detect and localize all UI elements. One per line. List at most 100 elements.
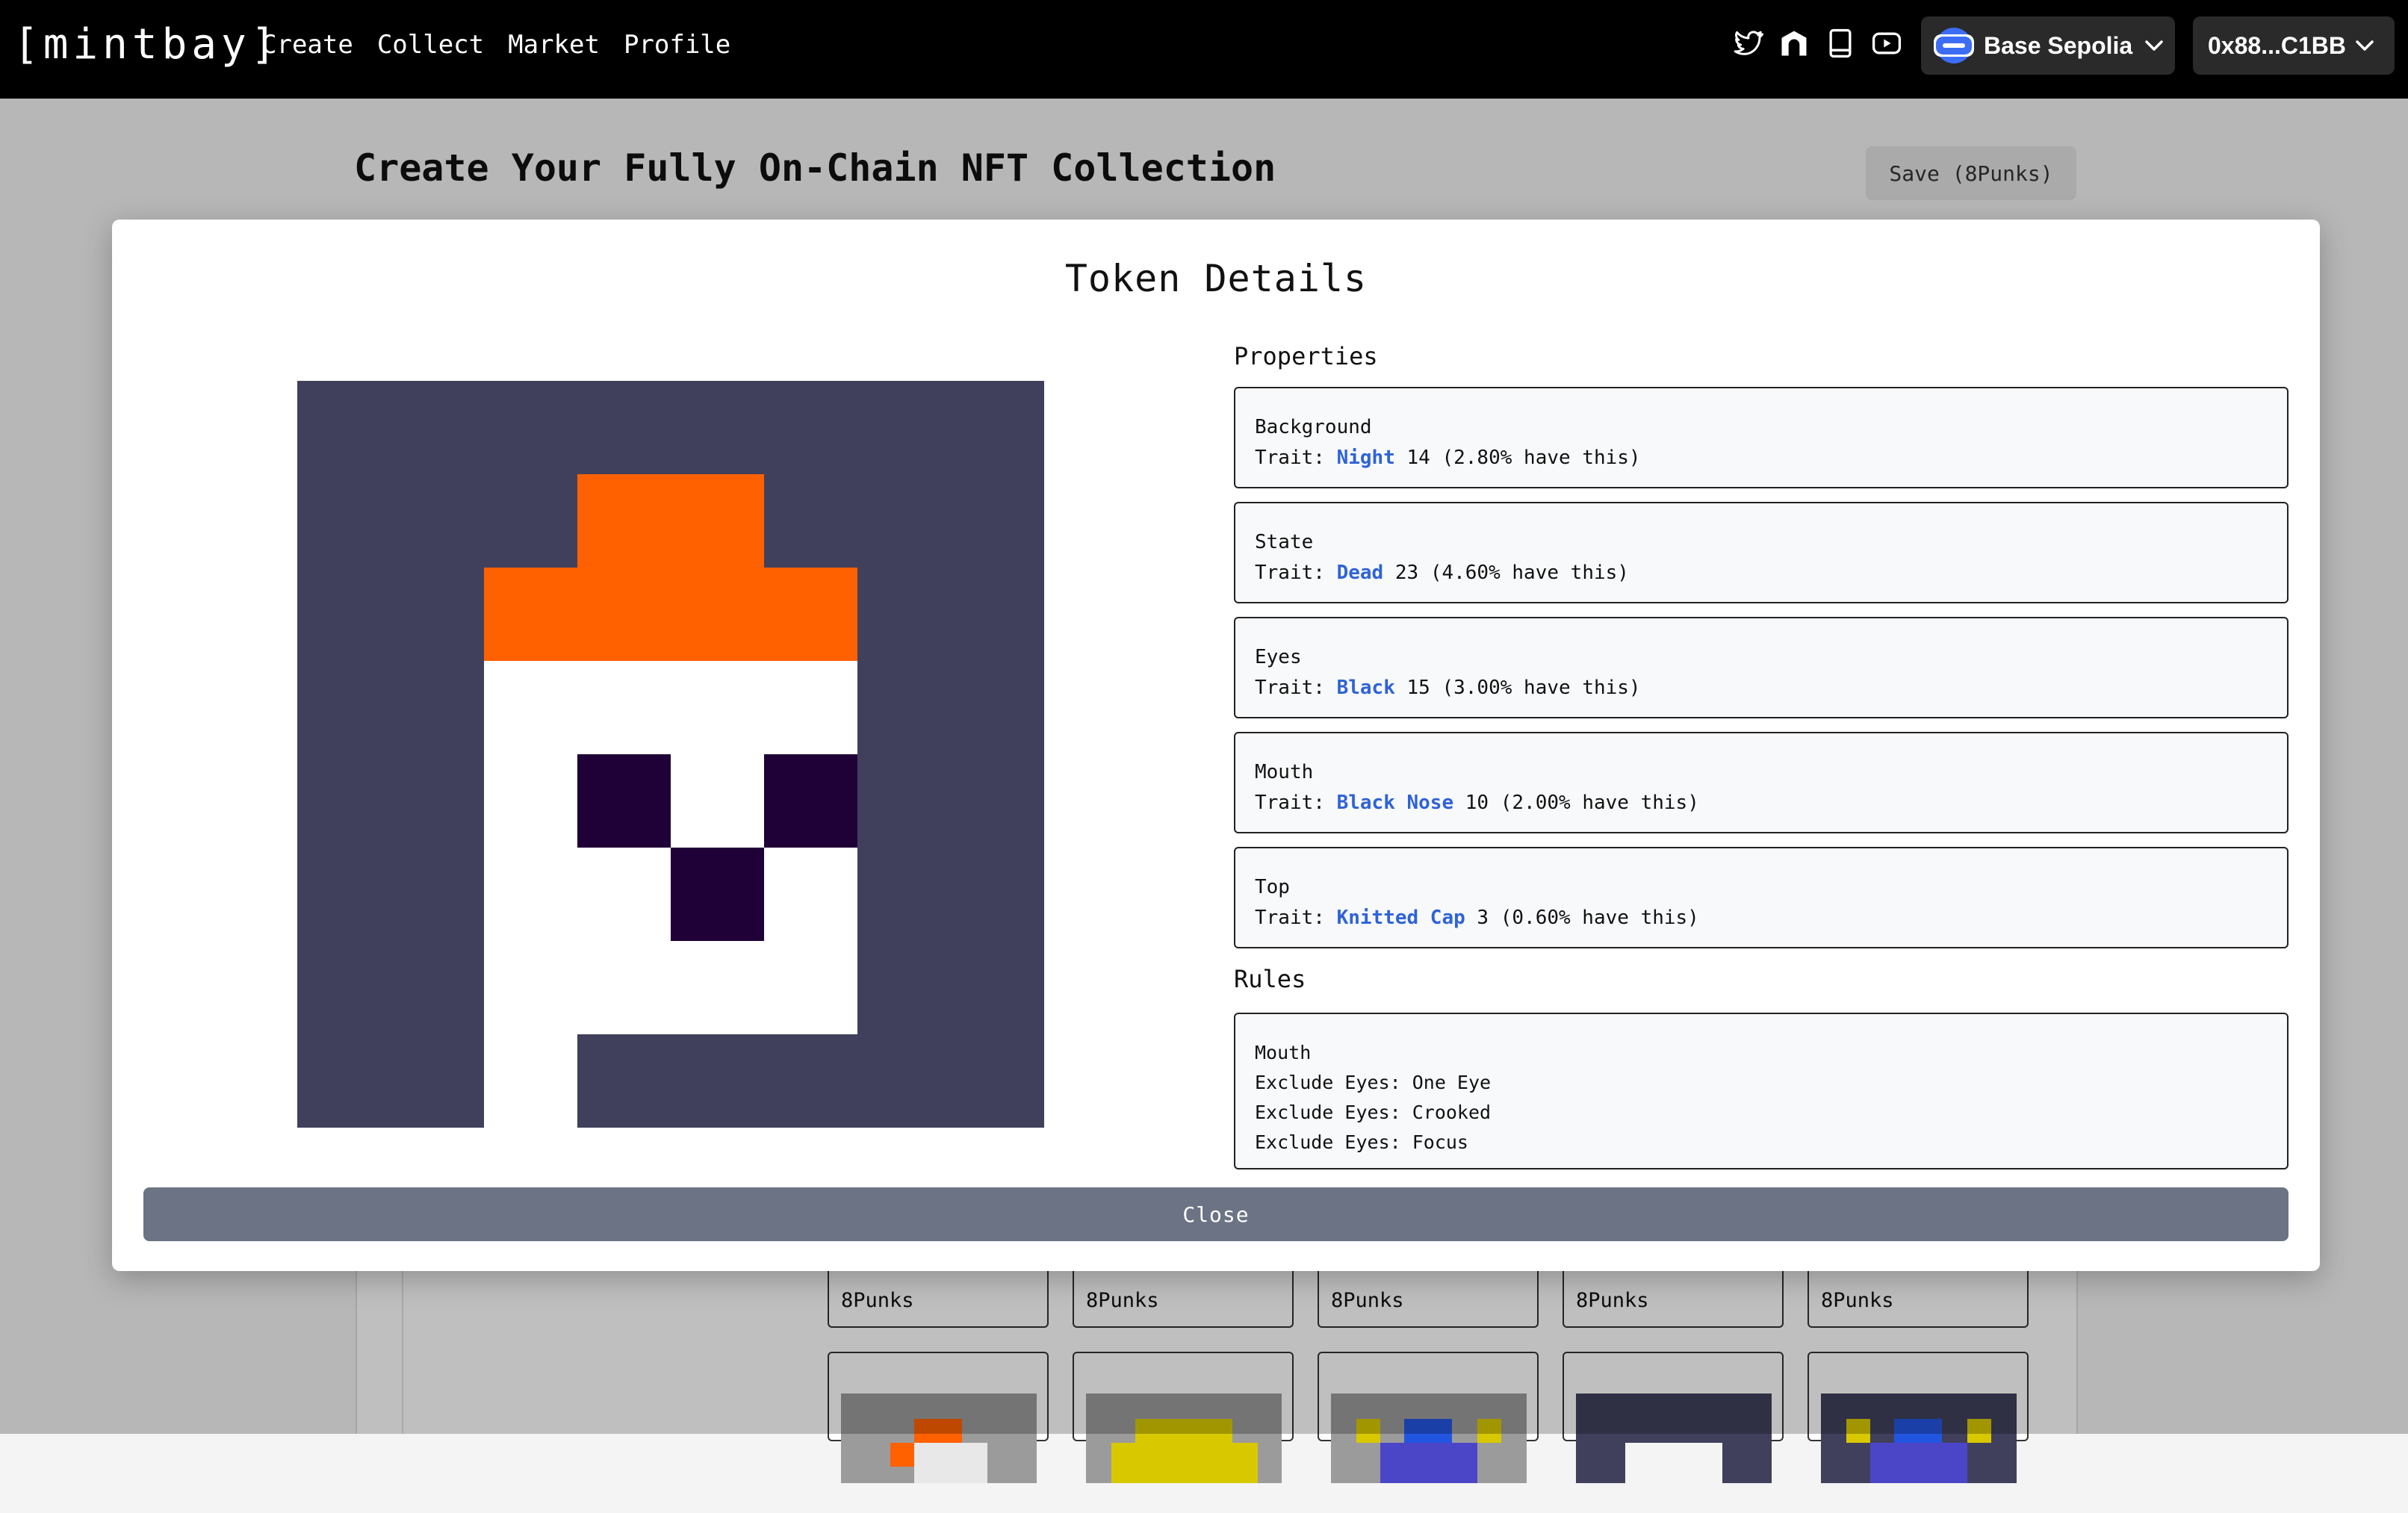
nav-profile[interactable]: Profile (624, 27, 730, 63)
pixel (764, 568, 857, 661)
pixel (391, 474, 484, 568)
trait-value: Night (1336, 447, 1395, 469)
property-name: Mouth (1255, 761, 1314, 783)
pixel (484, 568, 577, 661)
property-card: Top Trait: Knitted Cap 3 (0.60% have thi… (1234, 847, 2288, 948)
rule-item: Exclude Eyes: One Eye (1255, 1072, 1492, 1093)
pixel (484, 848, 577, 941)
property-card: Eyes Trait: Black 15 (3.00% have this) (1234, 617, 2288, 718)
pixel (391, 848, 484, 941)
trait-frequency: 10 (2.00% have this) (1465, 792, 1699, 814)
trait-prefix: Trait: (1255, 907, 1325, 929)
pixel (297, 568, 391, 661)
rules-heading: Rules (1234, 965, 1306, 993)
token-details-modal: Token Details Properties Background Trai… (112, 220, 2320, 1271)
pixel (577, 568, 671, 661)
property-name: Top (1255, 876, 1290, 898)
pixel (857, 568, 951, 661)
property-name: Eyes (1255, 646, 1302, 668)
social-links (1731, 27, 1903, 60)
pixel (577, 754, 671, 848)
pixel (764, 381, 857, 474)
rule-item: Exclude Eyes: Focus (1255, 1131, 1468, 1153)
youtube-icon[interactable] (1870, 27, 1903, 60)
pixel (951, 568, 1044, 661)
base-network-icon (1936, 28, 1972, 63)
pixel (951, 381, 1044, 474)
pixel (951, 1034, 1044, 1128)
pixel (764, 1034, 857, 1128)
brand-logo[interactable]: [mintbay] (13, 18, 280, 72)
network-label: Base Sepolia (1984, 31, 2133, 59)
pixel (297, 661, 391, 754)
pixel (484, 381, 577, 474)
trait-frequency: 3 (0.60% have this) (1477, 907, 1699, 929)
trait-frequency: 23 (4.60% have this) (1394, 562, 1629, 584)
nav-collect[interactable]: Collect (377, 27, 484, 63)
pixel (671, 661, 764, 754)
rule-item: Exclude Eyes: Crooked (1255, 1102, 1492, 1123)
pixel (484, 661, 577, 754)
pixel (764, 754, 857, 848)
pixel (951, 474, 1044, 568)
pixel (391, 568, 484, 661)
trait-frequency: 14 (2.80% have this) (1406, 447, 1641, 469)
network-selector[interactable]: Base Sepolia (1921, 16, 2175, 75)
trait-prefix: Trait: (1255, 677, 1325, 699)
trait-prefix: Trait: (1255, 447, 1325, 469)
twitter-icon[interactable] (1731, 27, 1764, 60)
property-card: Mouth Trait: Black Nose 10 (2.00% have t… (1234, 732, 2288, 833)
pixel (297, 1034, 391, 1128)
pixel (391, 381, 484, 474)
trait-prefix: Trait: (1255, 792, 1325, 814)
close-button[interactable]: Close (143, 1187, 2288, 1241)
pixel (391, 1034, 484, 1128)
pixel (671, 568, 764, 661)
pixel (484, 474, 577, 568)
pixel (857, 754, 951, 848)
main-nav: Create Collect Market Profile (261, 27, 730, 63)
modal-title: Token Details (1064, 257, 1368, 300)
trait-value: Black (1336, 677, 1395, 699)
pixel (671, 1034, 764, 1128)
pixel (857, 941, 951, 1034)
property-card: State Trait: Dead 23 (4.60% have this) (1234, 502, 2288, 603)
pixel (764, 941, 857, 1034)
pixel (951, 661, 1044, 754)
trait-value: Black Nose (1336, 792, 1454, 814)
pixel (577, 661, 671, 754)
property-card: Background Trait: Night 14 (2.80% have t… (1234, 387, 2288, 488)
pixel (297, 474, 391, 568)
pixel (577, 1034, 671, 1128)
token-pixel-art (297, 381, 1044, 1128)
pixel (577, 381, 671, 474)
pixel (671, 754, 764, 848)
trait-prefix: Trait: (1255, 562, 1325, 584)
pixel (671, 381, 764, 474)
wallet-address: 0x88...C1BB (2208, 31, 2346, 59)
pixel (857, 474, 951, 568)
pixel (764, 661, 857, 754)
pixel (671, 941, 764, 1034)
pixel (577, 474, 671, 568)
pixel (764, 848, 857, 941)
pixel (577, 848, 671, 941)
nav-create[interactable]: Create (261, 27, 353, 63)
pixel (297, 848, 391, 941)
pixel (297, 754, 391, 848)
trait-value: Knitted Cap (1336, 907, 1465, 929)
top-navigation-bar: [mintbay] Create Collect Market Profile … (0, 0, 2408, 99)
pixel (484, 754, 577, 848)
pixel (857, 381, 951, 474)
nav-market[interactable]: Market (508, 27, 600, 63)
book-icon[interactable] (1824, 27, 1857, 60)
pixel (671, 848, 764, 941)
gateway-icon[interactable] (1778, 27, 1810, 60)
pixel (577, 941, 671, 1034)
pixel (857, 1034, 951, 1128)
pixel (857, 661, 951, 754)
pixel (951, 941, 1044, 1034)
pixel (951, 848, 1044, 941)
pixel (764, 474, 857, 568)
wallet-account-button[interactable]: 0x88...C1BB (2193, 16, 2395, 75)
